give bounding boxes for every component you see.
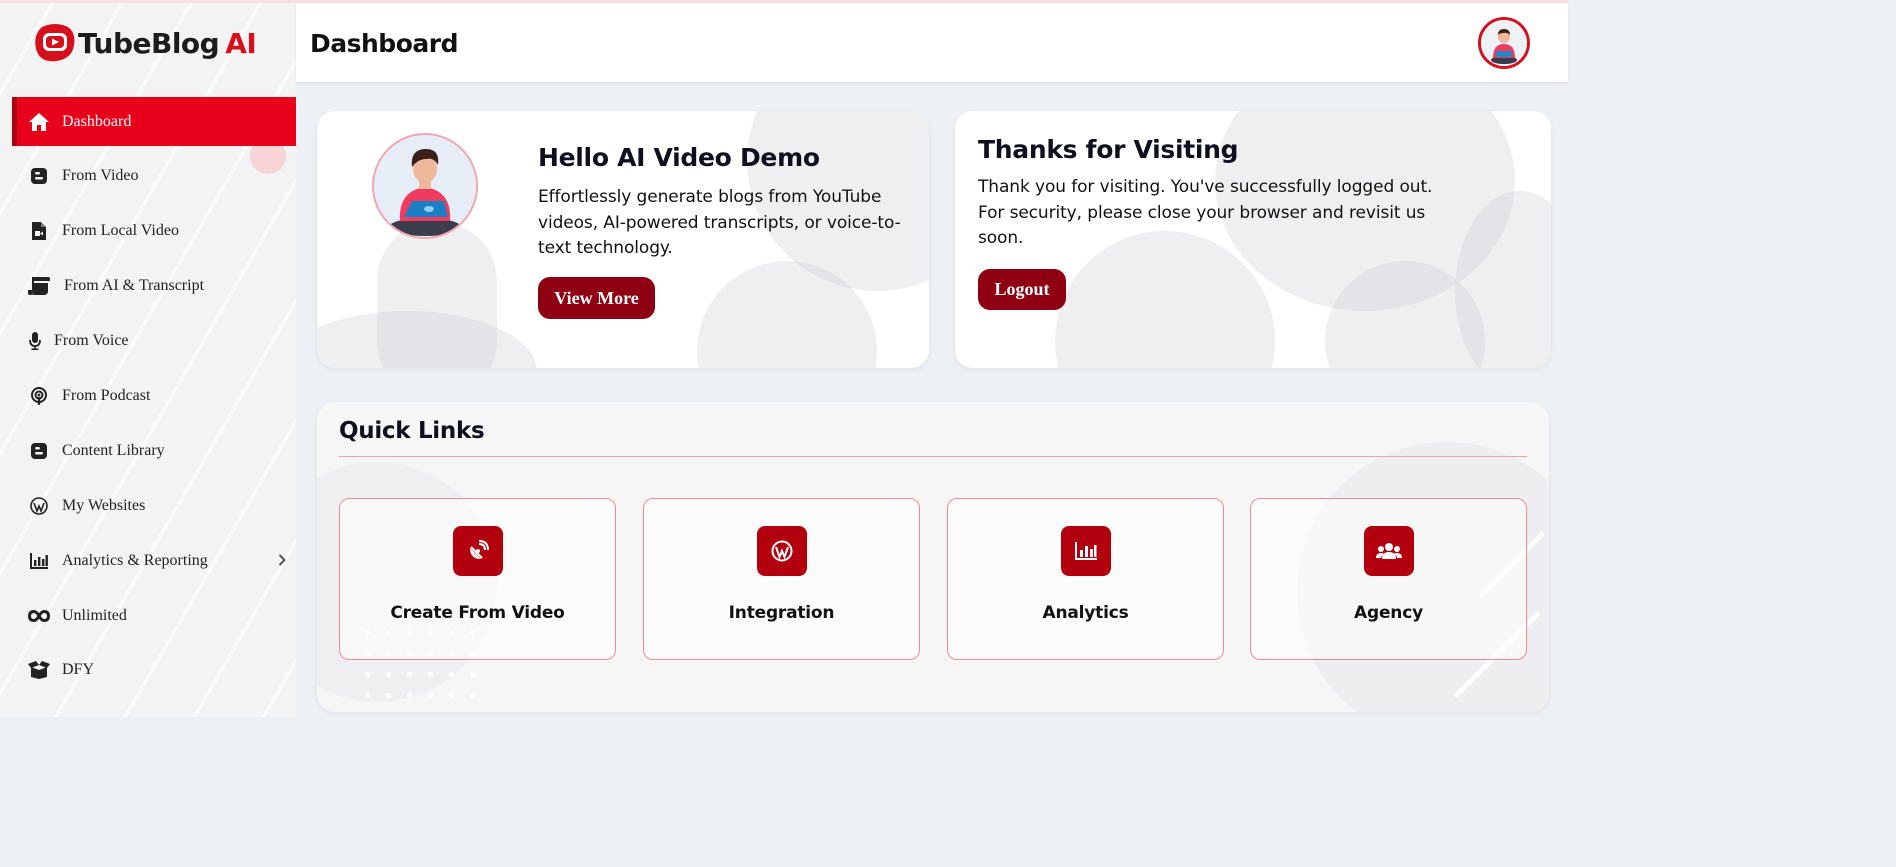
file-video-icon (28, 220, 50, 242)
quick-links-title: Quick Links (339, 418, 485, 444)
brand-logo[interactable]: TubeBlog AI (34, 21, 257, 65)
satellite-dish-icon (453, 526, 503, 576)
blogger-icon (28, 440, 50, 462)
sidebar-item-dashboard[interactable]: Dashboard (12, 97, 296, 146)
sidebar-item-from-local-video[interactable]: From Local Video (12, 207, 296, 256)
divider (339, 456, 1527, 457)
sidebar-item-unlimited[interactable]: Unlimited (12, 591, 296, 640)
home-icon (28, 111, 50, 133)
thanks-card: Thanks for Visiting Thank you for visiti… (955, 111, 1551, 368)
box-open-icon (28, 659, 50, 681)
sidebar-item-label: Analytics & Reporting (62, 551, 208, 569)
sidebar-item-from-ai-transcript[interactable]: From AI & Transcript (12, 262, 296, 311)
sidebar-item-label: DFY (62, 661, 95, 679)
sidebar-item-from-video[interactable]: From Video (12, 152, 296, 201)
user-avatar[interactable] (1478, 17, 1530, 69)
youtube-logo-icon (34, 23, 76, 63)
brand-name: TubeBlog AI (78, 26, 257, 60)
top-header: Dashboard (296, 3, 1568, 82)
sidebar-item-label: From Video (62, 167, 139, 185)
thanks-title: Thanks for Visiting (978, 135, 1239, 164)
quick-link-analytics[interactable]: Analytics (947, 498, 1224, 660)
sidebar-item-analytics-reporting[interactable]: Analytics & Reporting (12, 536, 296, 585)
sidebar-nav: Dashboard From Video From Local Video Fr… (12, 97, 296, 701)
sidebar-item-label: Dashboard (62, 112, 132, 130)
view-more-button[interactable]: View More (538, 277, 655, 319)
logout-button[interactable]: Logout (978, 269, 1066, 310)
blogger-icon (28, 165, 50, 187)
scroll-icon (28, 275, 50, 297)
sidebar-item-my-websites[interactable]: My Websites (12, 481, 296, 530)
welcome-description: Effortlessly generate blogs from YouTube… (538, 187, 901, 258)
microphone-icon (28, 330, 42, 352)
sidebar-item-from-podcast[interactable]: From Podcast (12, 371, 296, 420)
sidebar: TubeBlog AI Dashboard From Video From Loc… (0, 3, 296, 717)
bar-chart-icon (28, 550, 50, 572)
chevron-right-icon (278, 553, 286, 571)
sidebar-item-label: My Websites (62, 496, 146, 514)
quick-link-create-from-video[interactable]: Create From Video (339, 498, 616, 660)
wordpress-icon (28, 495, 50, 517)
sidebar-item-label: From AI & Transcript (64, 277, 205, 295)
thanks-message: Thank you for visiting. You've successfu… (978, 177, 1433, 248)
quick-link-label: Analytics (1042, 603, 1129, 623)
quick-link-label: Create From Video (390, 603, 565, 623)
sidebar-item-label: Content Library (62, 441, 165, 459)
users-icon (1364, 526, 1414, 576)
sidebar-item-from-voice[interactable]: From Voice (12, 317, 296, 366)
bar-chart-icon (1061, 526, 1111, 576)
podcast-icon (28, 385, 50, 407)
decorative-blob (317, 311, 537, 368)
quick-link-agency[interactable]: Agency (1250, 498, 1527, 660)
sidebar-item-label: Unlimited (62, 606, 127, 624)
page-title: Dashboard (310, 29, 458, 58)
sidebar-item-label: From Voice (54, 332, 129, 350)
quick-links-card: Quick Links Create From Video Integratio… (317, 402, 1549, 712)
welcome-title: Hello AI Video Demo (538, 143, 820, 172)
infinity-icon (28, 605, 50, 627)
quick-link-integration[interactable]: Integration (643, 498, 920, 660)
wordpress-icon (757, 526, 807, 576)
sidebar-item-dfy[interactable]: DFY (12, 646, 296, 695)
quick-link-label: Agency (1354, 603, 1423, 623)
sidebar-item-content-library[interactable]: Content Library (12, 426, 296, 475)
user-illustration (372, 133, 478, 239)
sidebar-item-label: From Podcast (62, 386, 151, 404)
quick-link-label: Integration (728, 603, 835, 623)
welcome-card: Hello AI Video Demo Effortlessly generat… (317, 111, 929, 368)
sidebar-item-label: From Local Video (62, 222, 179, 240)
